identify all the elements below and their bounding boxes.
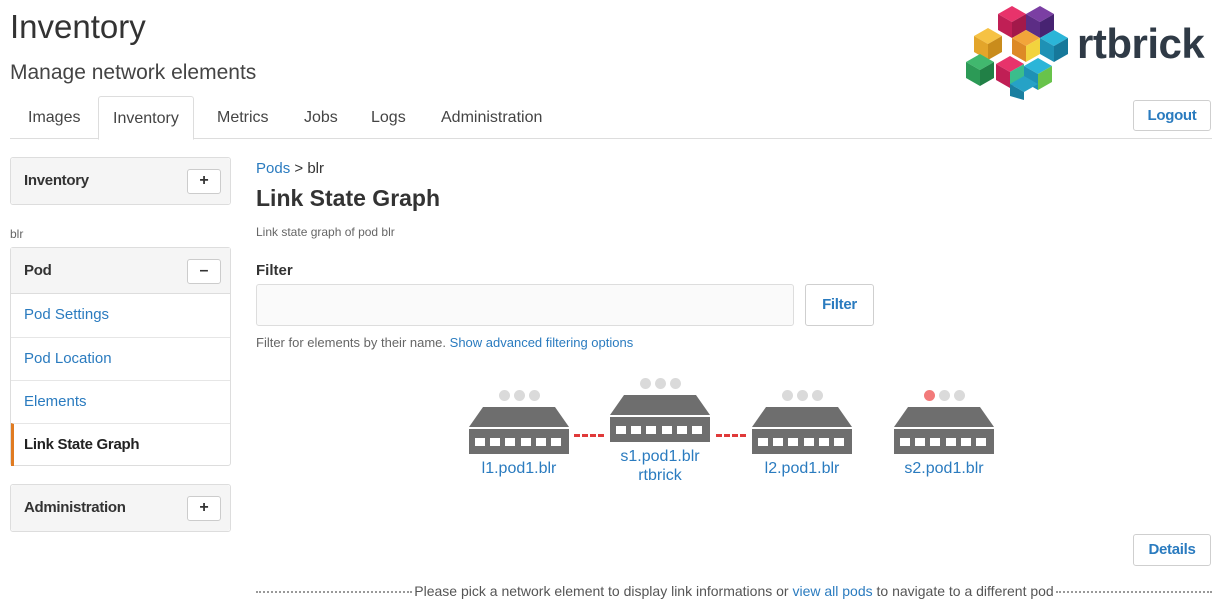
status-dot [938, 390, 950, 401]
status-dot [639, 378, 651, 389]
dotted-divider [256, 591, 413, 593]
switch-icon [894, 407, 994, 454]
message-before: Please pick a network element to display… [414, 583, 793, 599]
status-dots [605, 378, 715, 390]
sidebar-item-elements[interactable]: Elements [11, 380, 230, 423]
pod-name-label: blr [10, 227, 24, 241]
status-dot [513, 390, 525, 401]
sidebar-item-pod-location[interactable]: Pod Location [11, 337, 230, 380]
message-text: Please pick a network element to display… [412, 583, 1055, 599]
network-element-l1[interactable]: l1.pod1.blr [464, 390, 574, 478]
status-dot [654, 378, 666, 389]
switch-icon [610, 395, 710, 442]
status-dot [669, 378, 681, 389]
message-after: to navigate to a different pod [872, 583, 1054, 599]
logo-text: rtbrick [1077, 20, 1205, 67]
filter-help: Filter for elements by their name. Show … [256, 335, 633, 350]
status-dot [528, 390, 540, 401]
dotted-divider [1055, 591, 1213, 593]
advanced-filter-link[interactable]: Show advanced filtering options [450, 335, 634, 350]
tab-jobs[interactable]: Jobs [290, 96, 352, 139]
pod-panel-title: Pod [24, 262, 52, 279]
breadcrumb: Pods > blr [256, 160, 324, 177]
expand-administration-button[interactable]: + [187, 496, 221, 521]
link-s1-l2[interactable] [716, 434, 746, 437]
pod-panel-heading[interactable]: Pod – [11, 248, 230, 294]
sidebar-item-link-state-graph[interactable]: Link State Graph [11, 423, 230, 466]
status-dot [796, 390, 808, 401]
filter-label: Filter [256, 262, 293, 279]
network-element-l2[interactable]: l2.pod1.blr [747, 390, 857, 478]
expand-inventory-button[interactable]: + [187, 169, 221, 194]
status-dot [811, 390, 823, 401]
tab-administration[interactable]: Administration [427, 96, 556, 139]
section-description: Link state graph of pod blr [256, 225, 395, 239]
status-dots [747, 390, 857, 402]
element-name[interactable]: l2.pod1.blr [747, 459, 857, 478]
breadcrumb-pods-link[interactable]: Pods [256, 160, 290, 177]
section-title: Link State Graph [256, 185, 441, 211]
inventory-panel: Inventory + [10, 157, 231, 205]
page-title: Inventory [10, 8, 146, 45]
pod-nav: Pod Settings Pod Location Elements Link … [11, 294, 230, 466]
inventory-panel-title: Inventory [24, 172, 89, 189]
link-info-message: Please pick a network element to display… [256, 582, 1213, 600]
alert-status-dot [923, 390, 935, 401]
breadcrumb-separator: > [294, 160, 304, 177]
tab-inventory[interactable]: Inventory [98, 96, 194, 140]
logout-button[interactable]: Logout [1133, 100, 1211, 131]
network-element-s1[interactable]: s1.pod1.blr rtbrick [605, 378, 715, 485]
pod-panel: Pod – Pod Settings Pod Location Elements… [10, 247, 231, 466]
inventory-panel-heading[interactable]: Inventory + [11, 158, 230, 204]
administration-panel-heading[interactable]: Administration + [11, 485, 230, 531]
element-name[interactable]: s1.pod1.blr [605, 447, 715, 466]
tab-metrics[interactable]: Metrics [203, 96, 283, 139]
status-dot [953, 390, 965, 401]
element-name[interactable]: s2.pod1.blr [889, 459, 999, 478]
link-l1-s1[interactable] [574, 434, 604, 437]
status-dot [498, 390, 510, 401]
status-dots [889, 390, 999, 402]
sidebar-item-pod-settings[interactable]: Pod Settings [11, 294, 230, 337]
details-button[interactable]: Details [1133, 534, 1211, 566]
view-all-pods-link[interactable]: view all pods [792, 583, 872, 599]
administration-panel: Administration + [10, 484, 231, 532]
collapse-pod-button[interactable]: – [187, 259, 221, 284]
status-dots [464, 390, 574, 402]
element-name[interactable]: l1.pod1.blr [464, 459, 574, 478]
status-dot [781, 390, 793, 401]
filter-help-text: Filter for elements by their name. [256, 335, 447, 350]
filter-input[interactable] [256, 284, 794, 326]
page-subtitle: Manage network elements [10, 61, 257, 84]
switch-icon [469, 407, 569, 454]
filter-button[interactable]: Filter [805, 284, 874, 326]
tab-images[interactable]: Images [14, 96, 94, 139]
network-element-s2[interactable]: s2.pod1.blr [889, 390, 999, 478]
breadcrumb-current: blr [307, 160, 324, 177]
tab-logs[interactable]: Logs [357, 96, 420, 139]
switch-icon [752, 407, 852, 454]
main-tabs: Images Inventory Metrics Jobs Logs Admin… [10, 96, 1212, 140]
administration-panel-title: Administration [24, 499, 126, 516]
element-sublabel: rtbrick [638, 467, 682, 484]
